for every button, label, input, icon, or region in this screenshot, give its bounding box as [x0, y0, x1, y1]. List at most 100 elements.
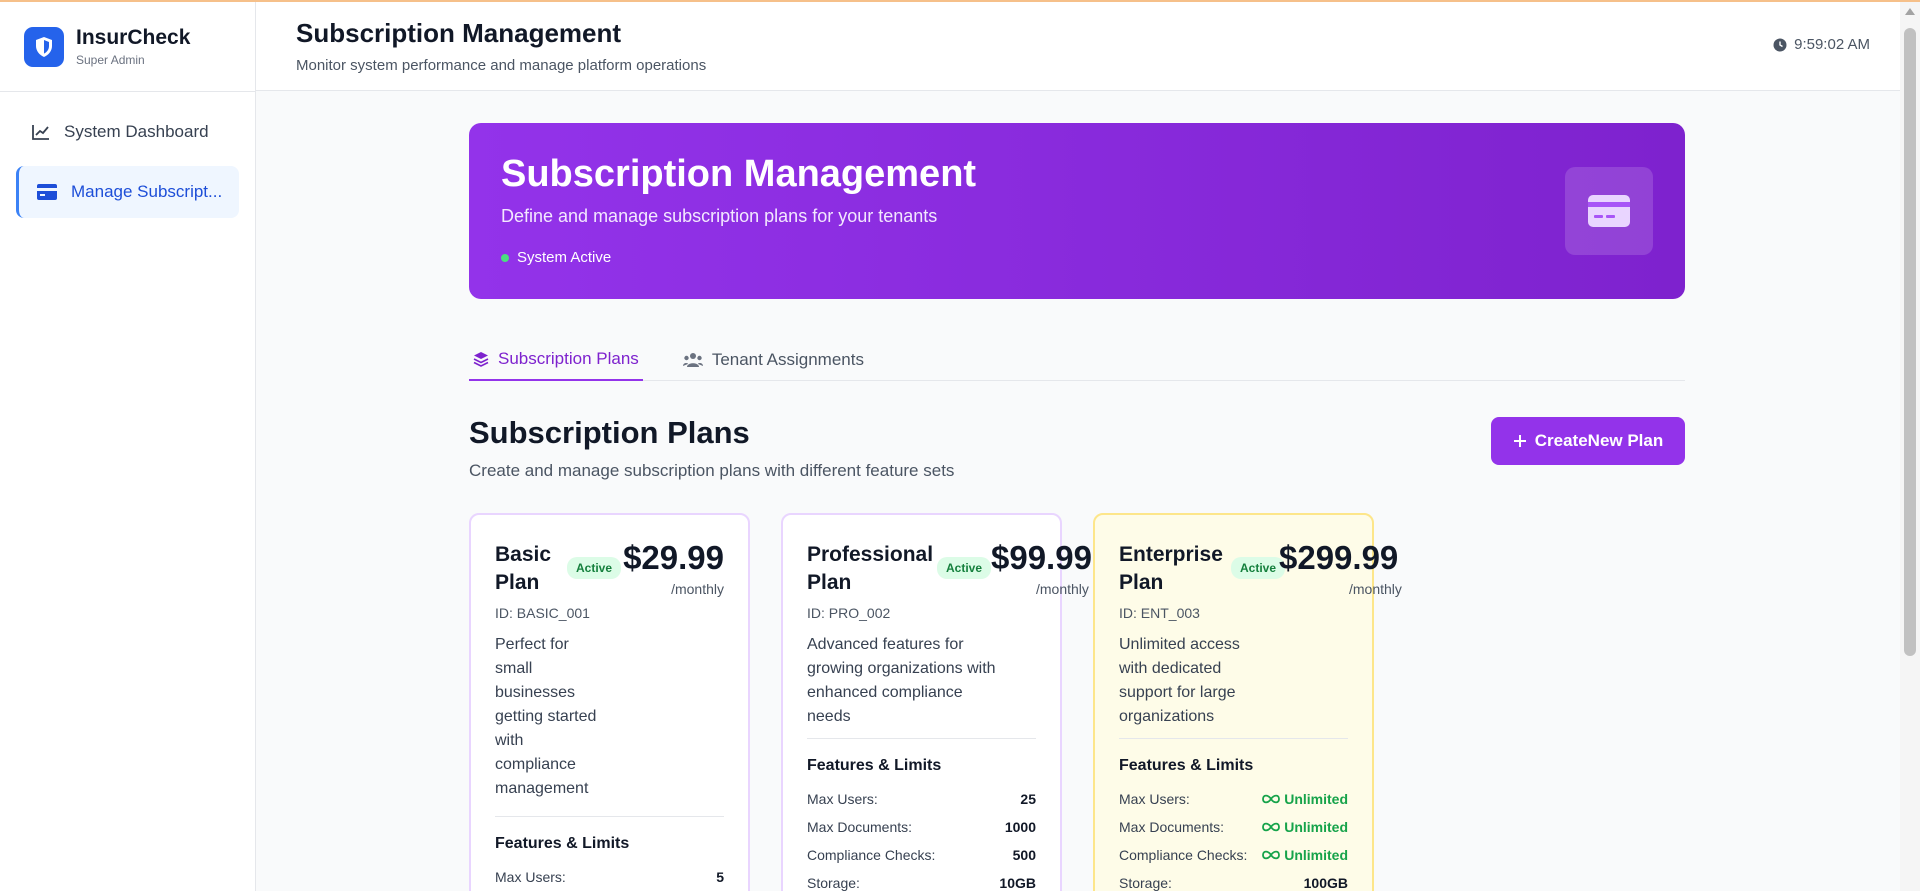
sidebar-item-manage-subscriptions[interactable]: Manage Subscript...	[16, 166, 239, 218]
infinity-icon	[1262, 794, 1281, 804]
hero-subtitle: Define and manage subscription plans for…	[501, 206, 938, 226]
feature-label: Max Documents:	[807, 819, 913, 835]
plan-id: ID: BASIC_001	[495, 605, 590, 621]
status-badge: Active	[567, 557, 622, 579]
sidebar-item-system-dashboard[interactable]: System Dashboard	[16, 106, 239, 158]
scroll-up-arrow-icon[interactable]	[1905, 8, 1915, 15]
shield-icon	[24, 26, 64, 67]
clock: 9:59:02 AM	[1773, 36, 1870, 53]
plan-id: ID: ENT_003	[1119, 605, 1200, 621]
tab-tenant-assignments[interactable]: Tenant Assignments	[679, 339, 868, 381]
status-badge: Active	[1231, 557, 1286, 579]
plan-description: Unlimited access with dedicated support …	[1119, 636, 1240, 725]
feature-row: Max Documents: 1000	[807, 819, 1036, 835]
plan-cards: Basic Plan Active $29.99 /monthly ID: BA…	[469, 513, 1685, 891]
plan-card-basic[interactable]: Basic Plan Active $29.99 /monthly ID: BA…	[469, 513, 750, 891]
plan-id: ID: PRO_002	[807, 605, 891, 621]
feature-row: Max Users: Unlimited	[1119, 791, 1348, 807]
feature-label: Max Documents:	[1119, 819, 1225, 835]
brand-name: InsurCheck	[76, 26, 191, 49]
plan-period: /monthly	[1349, 581, 1402, 597]
divider	[1119, 738, 1348, 739]
feature-label: Compliance Checks:	[807, 847, 936, 863]
plan-name: Professional Plan	[807, 543, 934, 594]
feature-label: Max Users:	[1119, 791, 1190, 807]
feature-row: Compliance Checks: 500	[807, 847, 1036, 863]
credit-card-icon	[37, 184, 57, 200]
feature-label: Max Users:	[807, 791, 878, 807]
layers-icon	[473, 352, 489, 367]
brand: InsurCheck Super Admin	[0, 2, 255, 92]
feature-row: Max Users: 25	[807, 791, 1036, 807]
brand-role: Super Admin	[76, 53, 145, 67]
sidebar: InsurCheck Super Admin System Dashboard …	[0, 2, 256, 891]
sidebar-nav: System Dashboard Manage Subscript...	[0, 92, 255, 240]
feature-label: Storage:	[1119, 875, 1172, 891]
sidebar-item-label: Manage Subscript...	[71, 182, 223, 201]
scrollbar[interactable]	[1900, 2, 1920, 891]
feature-value: 10GB	[999, 875, 1036, 891]
plan-description: Perfect for small businesses getting sta…	[495, 636, 597, 797]
feature-row: Max Documents: Unlimited	[1119, 819, 1348, 835]
status-badge: System Active	[501, 249, 1653, 266]
status-text: System Active	[517, 249, 612, 266]
plan-price: $29.99	[623, 539, 724, 576]
section-header: Subscription Plans Create and manage sub…	[469, 415, 1685, 481]
feature-value: 1000	[1004, 819, 1036, 835]
hero-title: Subscription Management	[501, 153, 977, 195]
clock-icon	[1773, 38, 1787, 51]
plan-name: Enterprise Plan	[1119, 543, 1223, 594]
sidebar-item-label: System Dashboard	[64, 122, 209, 141]
page-header: Subscription Management Monitor system p…	[256, 2, 1900, 91]
feature-row: Compliance Checks: Unlimited	[1119, 847, 1348, 863]
infinity-icon	[1262, 850, 1281, 860]
feature-value-text: Unlimited	[1284, 791, 1348, 807]
tab-label: Tenant Assignments	[711, 350, 864, 369]
plan-period: /monthly	[1036, 581, 1089, 597]
feature-value: Unlimited	[1262, 819, 1348, 835]
feature-label: Max Users:	[495, 869, 566, 885]
plan-card-enterprise[interactable]: Enterprise Plan Active $299.99 /monthly …	[1093, 513, 1402, 891]
plan-price: $299.99	[1279, 539, 1399, 576]
credit-card-icon	[1565, 167, 1653, 255]
status-badge: Active	[937, 557, 992, 579]
plan-description: Advanced features for growing organizati…	[807, 636, 996, 725]
users-icon	[682, 353, 703, 367]
plan-period: /monthly	[671, 581, 724, 597]
feature-value-text: Unlimited	[1284, 847, 1348, 863]
feature-value: 500	[1012, 847, 1036, 863]
clock-time: 9:59:02 AM	[1794, 36, 1870, 53]
feature-value: 100GB	[1303, 875, 1348, 891]
create-new-plan-label: CreateNew Plan	[1534, 431, 1664, 450]
feature-value: Unlimited	[1262, 791, 1348, 807]
feature-value-text: Unlimited	[1284, 819, 1348, 835]
create-new-plan-button[interactable]: CreateNew Plan	[1491, 417, 1685, 465]
feature-value: 5	[716, 869, 724, 885]
page-title: Subscription Management	[296, 18, 622, 48]
plan-price: $99.99	[991, 539, 1092, 576]
plan-card-professional[interactable]: Professional Plan Active $99.99 /monthly…	[781, 513, 1092, 891]
plus-icon	[1513, 435, 1526, 447]
feature-label: Compliance Checks:	[1119, 847, 1248, 863]
status-dot-icon	[501, 253, 509, 262]
divider	[495, 816, 724, 817]
features-title: Features & Limits	[495, 835, 630, 852]
plan-name: Basic Plan	[495, 543, 552, 594]
scroll-thumb[interactable]	[1904, 28, 1916, 656]
feature-label: Storage:	[807, 875, 860, 891]
feature-row: Storage: 100GB	[1119, 875, 1348, 891]
features-title: Features & Limits	[1119, 757, 1254, 774]
features-title: Features & Limits	[807, 757, 942, 774]
divider	[807, 738, 1036, 739]
chart-line-icon	[32, 125, 49, 140]
main-content: Subscription Management Define and manag…	[469, 91, 1685, 481]
feature-value: Unlimited	[1262, 847, 1348, 863]
tab-subscription-plans[interactable]: Subscription Plans	[469, 339, 643, 381]
top-accent-line	[0, 0, 1920, 2]
feature-value: 25	[1020, 791, 1036, 807]
hero-banner: Subscription Management Define and manag…	[469, 123, 1685, 299]
page-subtitle: Monitor system performance and manage pl…	[296, 57, 707, 74]
tab-bar: Subscription Plans Tenant Assignments	[469, 339, 1685, 381]
feature-row: Max Users: 5	[495, 869, 724, 885]
tab-label: Subscription Plans	[498, 349, 639, 368]
